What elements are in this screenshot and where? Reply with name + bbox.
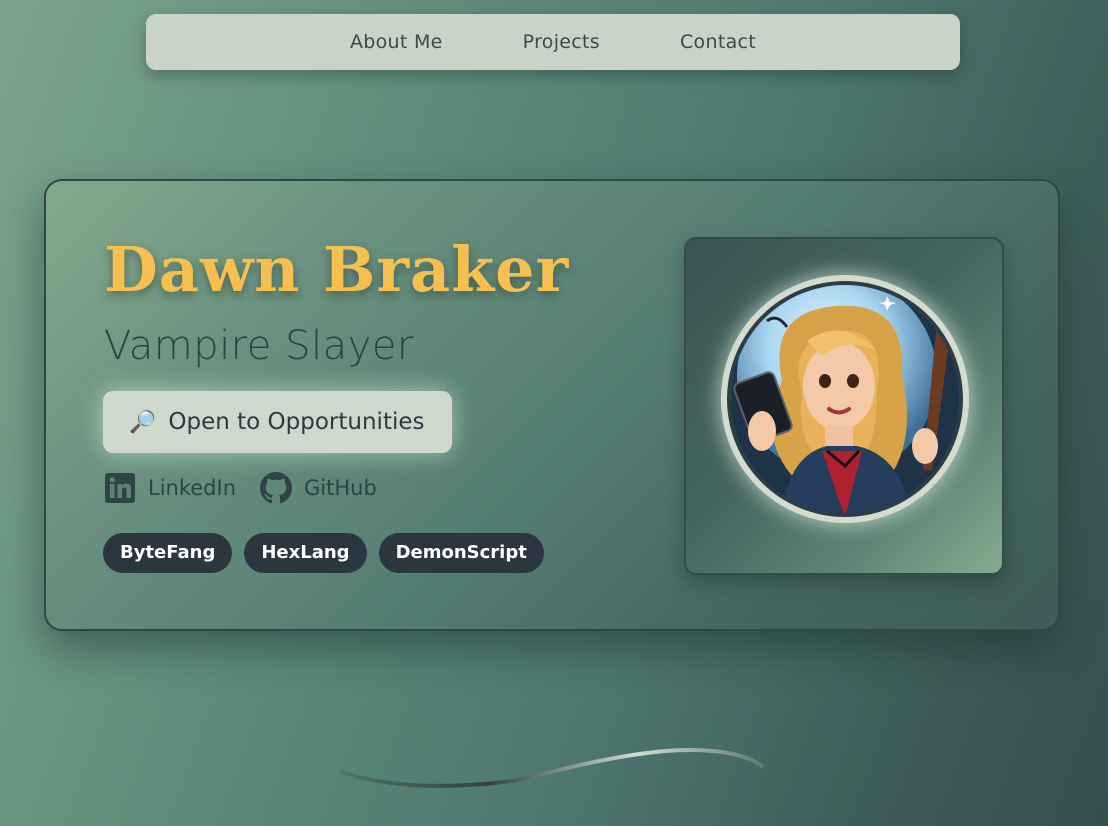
tag-demonscript: DemonScript <box>378 533 544 573</box>
profile-card: Dawn Braker Vampire Slayer 🔎 Open to Opp… <box>44 179 1060 631</box>
avatar-frame <box>684 237 1004 575</box>
nav-projects[interactable]: Projects <box>523 31 600 53</box>
social-links: LinkedIn GitHub <box>104 472 377 504</box>
github-link[interactable]: GitHub <box>260 472 377 504</box>
linkedin-label: LinkedIn <box>148 476 237 500</box>
avatar <box>721 275 969 523</box>
github-icon <box>260 472 293 504</box>
profile-name: Dawn Braker <box>104 233 570 306</box>
linkedin-link[interactable]: LinkedIn <box>104 472 236 504</box>
open-to-opportunities-button[interactable]: 🔎 Open to Opportunities <box>103 391 452 453</box>
top-nav: About Me Projects Contact <box>146 14 960 70</box>
tag-hexlang: HexLang <box>244 533 367 573</box>
tag-bytefang: ByteFang <box>103 533 233 573</box>
nav-contact[interactable]: Contact <box>680 31 756 53</box>
avatar-illustration <box>727 281 963 517</box>
github-label: GitHub <box>304 476 377 500</box>
nav-about-me[interactable]: About Me <box>350 31 443 53</box>
profile-role: Vampire Slayer <box>104 323 414 369</box>
magnifying-glass-icon: 🔎 <box>129 409 157 435</box>
decorative-swoosh <box>340 747 764 788</box>
open-to-opportunities-label: Open to Opportunities <box>168 409 425 435</box>
linkedin-icon <box>104 472 136 504</box>
skill-tags: ByteFang HexLang DemonScript <box>103 533 544 573</box>
